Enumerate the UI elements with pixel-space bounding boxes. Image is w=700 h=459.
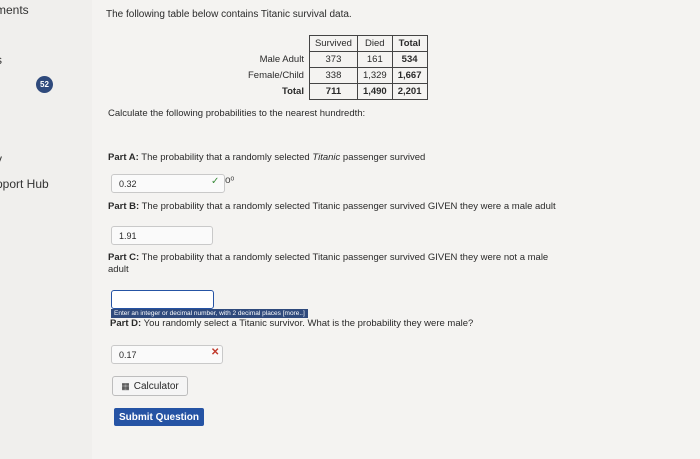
table-cell: 1,667 [391, 67, 428, 84]
sidebar-item-s[interactable]: s [0, 53, 2, 67]
part-d-answer-input[interactable]: 0.17 [111, 345, 223, 364]
sidebar-item-y[interactable]: y [0, 152, 2, 166]
sidebar: ments s 52 y pport Hub [0, 0, 92, 459]
table-corner [243, 36, 309, 52]
key-icon[interactable]: oᵒ [225, 175, 234, 186]
part-a-label: Part A: [108, 152, 139, 163]
input-format-hint[interactable]: Enter an integer or decimal number, with… [111, 309, 308, 318]
part-a-question: Part A: The probability that a randomly … [108, 152, 425, 164]
part-a-answer-input[interactable]: 0.32 [111, 174, 225, 193]
part-a-text: The probability that a randomly selected [138, 152, 313, 163]
calculator-label: Calculator [133, 380, 179, 392]
row-label: Total [243, 83, 310, 100]
x-icon: ✕ [211, 347, 220, 358]
part-d-text: You randomly select a Titanic survivor. … [141, 318, 474, 329]
part-c-text: The probability that a randomly selected… [108, 252, 549, 275]
table-cell: 338 [308, 67, 358, 84]
instruction-text: Calculate the following probabilities to… [108, 108, 366, 119]
part-b-question: Part B: The probability that a randomly … [108, 201, 556, 213]
part-d-question: Part D: You randomly select a Titanic su… [110, 318, 473, 330]
table-header: Survived [308, 35, 358, 52]
part-a-answer-value: 0.32 [119, 178, 137, 189]
table-cell: 711 [308, 83, 358, 100]
sidebar-item-support-hub[interactable]: pport Hub [0, 177, 49, 191]
table-cell: 161 [356, 51, 393, 68]
part-b-answer-value: 1.91 [119, 230, 137, 241]
table-row: Female/Child 338 1,329 1,667 [243, 67, 428, 84]
part-c-label: Part C: [108, 252, 140, 263]
part-b-label: Part B: [108, 201, 140, 212]
table-row: Total 711 1,490 2,201 [243, 83, 428, 100]
question-area: The following table below contains Titan… [92, 0, 700, 459]
intro-text: The following table below contains Titan… [106, 9, 352, 20]
table-cell: 373 [308, 51, 358, 68]
calculator-icon: ▦ [121, 380, 130, 391]
check-icon: ✓ [211, 176, 220, 187]
part-a-text-end: passenger survived [340, 152, 426, 163]
row-label: Male Adult [243, 51, 310, 68]
part-b-answer-input[interactable]: 1.91 [111, 226, 213, 245]
table-header: Total [391, 35, 428, 52]
calculator-button[interactable]: ▦ Calculator [112, 376, 188, 396]
part-d-answer-value: 0.17 [119, 349, 137, 360]
part-a-italic: Titanic [312, 152, 341, 163]
table-header-row: Survived Died Total [243, 35, 428, 52]
table-cell: 1,329 [356, 67, 393, 84]
question-count-badge: 52 [36, 76, 53, 93]
table-header: Died [356, 35, 393, 52]
sidebar-item-assignments[interactable]: ments [0, 3, 29, 17]
row-label: Female/Child [243, 67, 310, 84]
titanic-table: Survived Died Total Male Adult 373 161 5… [243, 35, 428, 100]
submit-question-button[interactable]: Submit Question [114, 408, 204, 426]
part-c-question: Part C: The probability that a randomly … [108, 252, 558, 276]
part-b-text: The probability that a randomly selected… [139, 201, 556, 212]
table-cell: 2,201 [391, 83, 428, 100]
table-cell: 534 [391, 51, 428, 68]
part-c-answer-input[interactable] [111, 290, 214, 309]
table-row: Male Adult 373 161 534 [243, 51, 428, 68]
table-cell: 1,490 [356, 83, 393, 100]
part-d-label: Part D: [110, 318, 142, 329]
